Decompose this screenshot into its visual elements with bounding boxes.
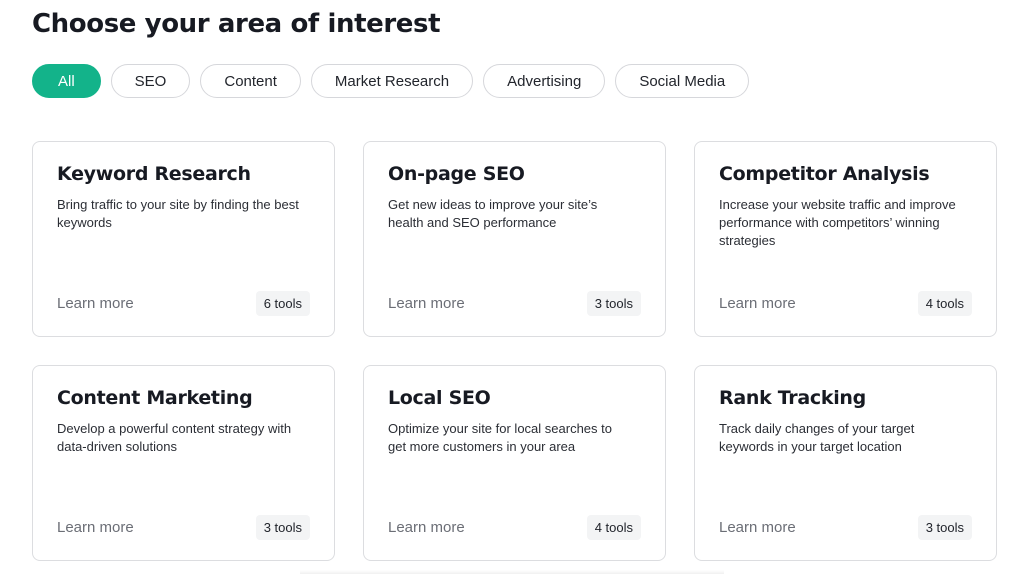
card-rank-tracking[interactable]: Rank Tracking Track daily changes of you… — [694, 365, 997, 561]
bottom-shadow-divider — [300, 570, 724, 574]
card-description: Track daily changes of your target keywo… — [719, 421, 915, 454]
tools-count-badge: 3 tools — [586, 291, 641, 316]
filter-chip-social-media[interactable]: Social Media — [615, 64, 750, 98]
filter-chip-content[interactable]: Content — [200, 64, 301, 98]
card-on-page-seo[interactable]: On-page SEO Get new ideas to improve you… — [363, 141, 666, 337]
filter-chip-seo[interactable]: SEO — [110, 64, 191, 98]
tools-count-badge: 3 tools — [917, 515, 972, 540]
filter-chip-advertising[interactable]: Advertising — [483, 64, 606, 98]
page-title: Choose your area of interest — [32, 9, 441, 39]
card-footer: Learn more 4 tools — [719, 291, 972, 316]
card-footer: Learn more 3 tools — [57, 515, 310, 540]
card-footer: Learn more 3 tools — [719, 515, 972, 540]
learn-more-link[interactable]: Learn more — [719, 519, 796, 536]
learn-more-link[interactable]: Learn more — [388, 519, 465, 536]
tools-count-badge: 6 tools — [255, 291, 310, 316]
tools-count-badge: 4 tools — [586, 515, 641, 540]
card-content-marketing[interactable]: Content Marketing Develop a powerful con… — [32, 365, 335, 561]
card-description: Bring traffic to your site by finding th… — [57, 197, 299, 230]
card-competitor-analysis[interactable]: Competitor Analysis Increase your websit… — [694, 141, 997, 337]
area-card-grid: Keyword Research Bring traffic to your s… — [32, 141, 997, 561]
card-description: Increase your website traffic and improv… — [719, 197, 956, 248]
card-local-seo[interactable]: Local SEO Optimize your site for local s… — [363, 365, 666, 561]
card-description: Optimize your site for local searches to… — [388, 421, 612, 454]
card-title: Content Marketing — [57, 387, 253, 409]
card-keyword-research[interactable]: Keyword Research Bring traffic to your s… — [32, 141, 335, 337]
learn-more-link[interactable]: Learn more — [719, 295, 796, 312]
card-title: Keyword Research — [57, 163, 251, 185]
category-filter-bar: All SEO Content Market Research Advertis… — [32, 64, 750, 98]
tools-count-badge: 4 tools — [917, 291, 972, 316]
learn-more-link[interactable]: Learn more — [388, 295, 465, 312]
filter-chip-market-research[interactable]: Market Research — [310, 64, 474, 98]
card-description: Develop a powerful content strategy with… — [57, 421, 292, 454]
card-footer: Learn more 3 tools — [388, 291, 641, 316]
learn-more-link[interactable]: Learn more — [57, 519, 134, 536]
card-footer: Learn more 6 tools — [57, 291, 310, 316]
filter-chip-all[interactable]: All — [32, 64, 101, 98]
card-title: Local SEO — [388, 387, 491, 409]
card-title: Rank Tracking — [719, 387, 866, 409]
tools-count-badge: 3 tools — [255, 515, 310, 540]
card-title: Competitor Analysis — [719, 163, 930, 185]
learn-more-link[interactable]: Learn more — [57, 295, 134, 312]
card-title: On-page SEO — [388, 163, 525, 185]
card-footer: Learn more 4 tools — [388, 515, 641, 540]
card-description: Get new ideas to improve your site’s hea… — [388, 197, 598, 230]
